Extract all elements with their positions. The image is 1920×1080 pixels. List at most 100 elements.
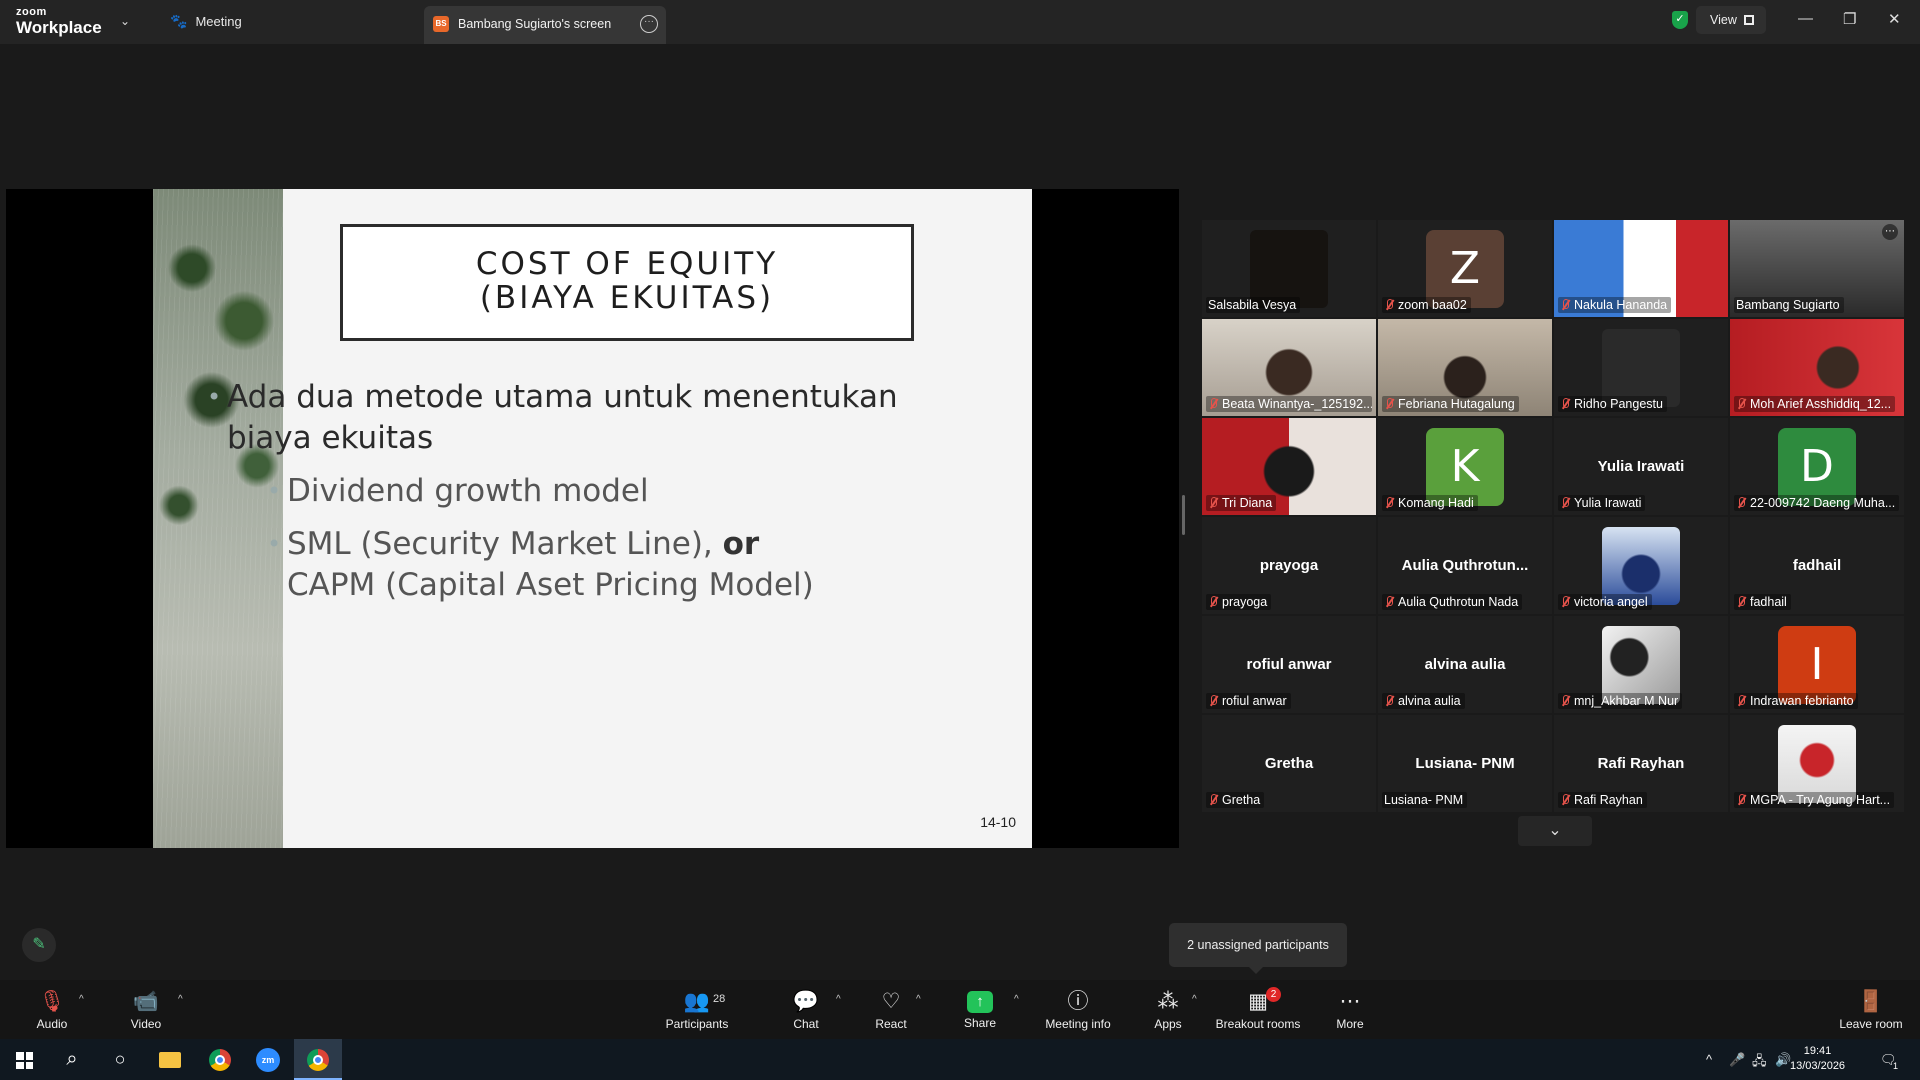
- slide-title-line1: COST OF EQUITY: [475, 246, 779, 282]
- participant-tile[interactable]: Rafi Rayhan Rafi Rayhan: [1554, 715, 1728, 812]
- participant-tile[interactable]: Ridho Pangestu: [1554, 319, 1728, 416]
- muted-mic-icon: [1384, 596, 1394, 608]
- participant-tile[interactable]: fadhail fadhail: [1730, 517, 1904, 614]
- audio-button[interactable]: 🎙 Audio: [30, 980, 74, 1039]
- muted-mic-icon: [1208, 794, 1218, 806]
- participant-display-name: Rafi Rayhan: [1597, 755, 1685, 772]
- chevron-down-icon[interactable]: ⌄: [120, 14, 130, 28]
- leave-room-button[interactable]: 🚪 Leave room: [1838, 980, 1904, 1039]
- participant-tile[interactable]: Gretha Gretha: [1202, 715, 1376, 812]
- participant-tile[interactable]: Salsabila Vesya: [1202, 220, 1376, 317]
- participant-tile[interactable]: Febriana Hutagalung: [1378, 319, 1552, 416]
- participant-tile[interactable]: Lusiana- PNM Lusiana- PNM: [1378, 715, 1552, 812]
- shared-screen: COST OF EQUITY (BIAYA EKUITAS) Ada dua m…: [6, 189, 1179, 848]
- leave-label: Leave room: [1839, 1017, 1903, 1031]
- more-options-icon[interactable]: ···: [640, 15, 658, 33]
- participant-name-label: Beata Winantya-_125192...: [1206, 396, 1372, 412]
- participant-tile[interactable]: MGPA - Try Agung Hart...: [1730, 715, 1904, 812]
- participant-tile[interactable]: prayoga prayoga: [1202, 517, 1376, 614]
- view-button-label: View: [1710, 13, 1737, 27]
- search-icon[interactable]: ⌕: [48, 1039, 96, 1080]
- share-caret-icon[interactable]: ^: [1014, 994, 1019, 1005]
- participant-tile[interactable]: Yulia Irawati Yulia Irawati: [1554, 418, 1728, 515]
- logo-big-text: Workplace: [16, 18, 102, 37]
- participant-tile[interactable]: mnj_Akhbar M Nur: [1554, 616, 1728, 713]
- react-caret-icon[interactable]: ^: [916, 994, 921, 1005]
- minimize-icon[interactable]: —: [1798, 10, 1813, 27]
- participant-tile[interactable]: Moh Arief Asshiddiq_12...: [1730, 319, 1904, 416]
- windows-start-icon[interactable]: [16, 1052, 33, 1069]
- more-button[interactable]: ⋯ More: [1330, 980, 1370, 1039]
- chat-button[interactable]: 💬 Chat: [786, 980, 826, 1039]
- video-caret-icon[interactable]: ^: [178, 994, 183, 1005]
- meeting-info-button[interactable]: ⓘ Meeting info: [1040, 980, 1116, 1039]
- participant-name-label: Febriana Hutagalung: [1382, 396, 1519, 412]
- gallery-scroll-down-icon[interactable]: ⌄: [1518, 816, 1592, 846]
- participant-tile[interactable]: I Indrawan febrianto: [1730, 616, 1904, 713]
- react-button[interactable]: ♡ React: [871, 980, 911, 1039]
- participant-tile[interactable]: Aulia Quthrotun... Aulia Quthrotun Nada: [1378, 517, 1552, 614]
- participant-tile[interactable]: victoria angel: [1554, 517, 1728, 614]
- title-bar: zoom Workplace ⌄ 🐾 Meeting BS Bambang Su…: [0, 0, 1920, 44]
- windows-taskbar: ⌕ ○ zm ^ 🎤 🖧 🔊 19:41 13/03/2026 🗨 1: [0, 1039, 1920, 1080]
- tile-more-icon[interactable]: ⋯: [1882, 224, 1898, 240]
- volume-icon[interactable]: 🔊: [1775, 1052, 1791, 1068]
- participants-button[interactable]: 👥 Participants: [660, 980, 734, 1039]
- restore-icon[interactable]: ❐: [1843, 10, 1856, 28]
- apps-caret-icon[interactable]: ^: [1192, 994, 1197, 1005]
- participant-tile[interactable]: Zzoom baa02: [1378, 220, 1552, 317]
- microphone-tray-icon[interactable]: 🎤: [1729, 1052, 1745, 1068]
- zoom-workplace-logo[interactable]: zoom Workplace: [16, 7, 102, 37]
- view-button[interactable]: View: [1696, 6, 1766, 34]
- meeting-tab[interactable]: 🐾 Meeting: [170, 13, 242, 30]
- muted-mic-icon: [1560, 398, 1570, 410]
- file-explorer-icon[interactable]: [146, 1039, 194, 1080]
- muted-mic-icon: [1736, 398, 1746, 410]
- participant-tile[interactable]: rofiul anwar rofiul anwar: [1202, 616, 1376, 713]
- tray-expand-icon[interactable]: ^: [1706, 1052, 1712, 1067]
- task-view-icon[interactable]: ○: [96, 1039, 144, 1080]
- zoom-app-icon[interactable]: zm: [244, 1039, 292, 1080]
- participant-tile[interactable]: K Komang Hadi: [1378, 418, 1552, 515]
- participant-tile[interactable]: Tri Diana: [1202, 418, 1376, 515]
- react-label: React: [875, 1017, 907, 1031]
- resize-handle[interactable]: [1182, 495, 1185, 535]
- info-icon: ⓘ: [1067, 990, 1089, 1013]
- video-button[interactable]: 📹 Video: [124, 980, 168, 1039]
- share-button[interactable]: ↑ Share: [960, 980, 1000, 1039]
- grid-view-icon: [1744, 15, 1754, 25]
- participant-tile[interactable]: alvina aulia alvina aulia: [1378, 616, 1552, 713]
- gallery-view: Salsabila Vesya Zzoom baa02 Nakula Hananda…: [1202, 220, 1910, 814]
- chrome-icon[interactable]: [196, 1039, 244, 1080]
- participant-tile[interactable]: D 22-009742 Daeng Muha...: [1730, 418, 1904, 515]
- meeting-toolbar: 🎙 Audio ^ 📹 Video ^ 👥 Participants 28 💬 …: [0, 980, 1920, 1039]
- subbullet-2-text: SML (Security Market Line),: [287, 526, 713, 562]
- participant-name-text: Nakula Hananda: [1574, 298, 1668, 312]
- paw-icon: 🐾: [170, 13, 188, 29]
- chrome-active-icon[interactable]: [294, 1039, 342, 1080]
- encryption-shield-icon[interactable]: ✓: [1672, 11, 1688, 29]
- participant-tile[interactable]: Nakula Hananda: [1554, 220, 1728, 317]
- participant-name-label: Lusiana- PNM: [1382, 792, 1468, 808]
- participant-name-text: victoria angel: [1574, 595, 1648, 609]
- participant-name-label: prayoga: [1206, 594, 1272, 610]
- close-icon[interactable]: ✕: [1888, 10, 1901, 28]
- screen-share-tab[interactable]: BS Bambang Sugiarto's screen ···: [424, 6, 666, 44]
- breakout-rooms-button[interactable]: ▦ Breakout rooms: [1212, 980, 1304, 1039]
- annotate-pencil-icon[interactable]: ✎: [22, 928, 56, 962]
- participant-tile[interactable]: Bambang Sugiarto ⋯: [1730, 220, 1904, 317]
- muted-mic-icon: [1736, 497, 1746, 509]
- slide-subbullet-2: SML (Security Market Line), or CAPM (Cap…: [243, 524, 863, 606]
- participant-display-name: Yulia Irawati: [1597, 458, 1685, 475]
- participant-name-label: victoria angel: [1558, 594, 1652, 610]
- apps-button[interactable]: ⁂ Apps: [1148, 980, 1188, 1039]
- audio-caret-icon[interactable]: ^: [79, 994, 84, 1005]
- network-icon[interactable]: 🖧: [1752, 1052, 1767, 1074]
- participant-tile[interactable]: Beata Winantya-_125192...: [1202, 319, 1376, 416]
- chat-caret-icon[interactable]: ^: [836, 994, 841, 1005]
- presentation-slide: COST OF EQUITY (BIAYA EKUITAS) Ada dua m…: [153, 189, 1032, 848]
- participant-name-label: MGPA - Try Agung Hart...: [1734, 792, 1895, 808]
- taskbar-clock[interactable]: 19:41 13/03/2026: [1790, 1044, 1845, 1074]
- chat-label: Chat: [793, 1017, 819, 1031]
- breakout-badge: 2: [1266, 987, 1281, 1002]
